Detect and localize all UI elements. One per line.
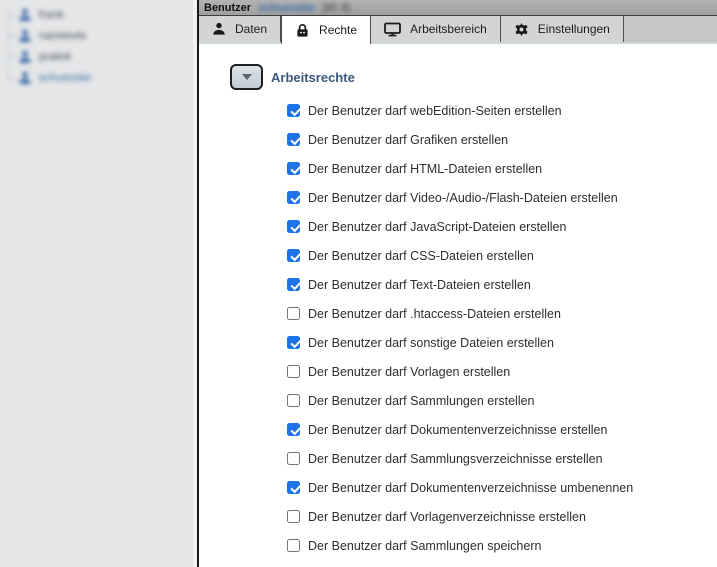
permission-label: Der Benutzer darf CSS-Dateien erstellen bbox=[308, 249, 534, 263]
tab-arbeitsbereich[interactable]: Arbeitsbereich bbox=[371, 16, 501, 42]
permission-label: Der Benutzer darf Text-Dateien erstellen bbox=[308, 278, 531, 292]
permission-row[interactable]: Der Benutzer darf JavaScript-Dateien ers… bbox=[287, 212, 717, 241]
permission-row[interactable]: Der Benutzer darf Video-/Audio-/Flash-Da… bbox=[287, 183, 717, 212]
lock-icon bbox=[295, 23, 310, 38]
user-detail-panel: Benutzer schuessler (ID 3) Daten Rechte … bbox=[197, 0, 717, 567]
section-title: Arbeitsrechte bbox=[271, 70, 355, 85]
permission-row[interactable]: Der Benutzer darf webEdition-Seiten erst… bbox=[287, 96, 717, 125]
sidebar-user-item[interactable]: frank bbox=[6, 4, 92, 25]
permission-checkbox[interactable] bbox=[287, 539, 300, 552]
permission-label: Der Benutzer darf Video-/Audio-/Flash-Da… bbox=[308, 191, 618, 205]
sidebar-user-item[interactable]: schuessler bbox=[6, 67, 92, 88]
person-icon bbox=[18, 71, 32, 85]
permission-label: Der Benutzer darf JavaScript-Dateien ers… bbox=[308, 220, 566, 234]
permission-row[interactable]: Der Benutzer darf Sammlungen erstellen bbox=[287, 386, 717, 415]
permission-checkbox[interactable] bbox=[287, 336, 300, 349]
chevron-down-icon bbox=[242, 74, 252, 80]
sidebar-user-item[interactable]: pralink bbox=[6, 46, 92, 67]
user-tree-sidebar: frank nanstools pralink schuessler bbox=[0, 0, 197, 567]
tab-rechte[interactable]: Rechte bbox=[281, 16, 371, 44]
panel-titlebar: Benutzer schuessler (ID 3) bbox=[199, 0, 717, 16]
gear-icon bbox=[514, 22, 529, 37]
person-icon bbox=[18, 8, 32, 22]
sidebar-user-name: frank bbox=[39, 9, 63, 21]
permission-row[interactable]: Der Benutzer darf .htaccess-Dateien erst… bbox=[287, 299, 717, 328]
permission-label: Der Benutzer darf Sammlungsverzeichnisse… bbox=[308, 452, 603, 466]
permission-row[interactable]: Der Benutzer darf Dokumentenverzeichniss… bbox=[287, 473, 717, 502]
permission-checkbox[interactable] bbox=[287, 481, 300, 494]
permission-checkbox[interactable] bbox=[287, 365, 300, 378]
permission-checkbox[interactable] bbox=[287, 307, 300, 320]
rights-list: Der Benutzer darf webEdition-Seiten erst… bbox=[287, 96, 717, 560]
tab-label: Daten bbox=[235, 22, 267, 36]
permission-label: Der Benutzer darf Dokumentenverzeichniss… bbox=[308, 481, 633, 495]
monitor-icon bbox=[384, 22, 401, 37]
permission-row[interactable]: Der Benutzer darf sonstige Dateien erste… bbox=[287, 328, 717, 357]
permission-label: Der Benutzer darf sonstige Dateien erste… bbox=[308, 336, 554, 350]
user-tree: frank nanstools pralink schuessler bbox=[6, 4, 92, 88]
tab-label: Einstellungen bbox=[538, 22, 610, 36]
permission-label: Der Benutzer darf Sammlungen erstellen bbox=[308, 394, 535, 408]
permission-checkbox[interactable] bbox=[287, 510, 300, 523]
person-icon bbox=[18, 50, 32, 64]
permission-label: Der Benutzer darf webEdition-Seiten erst… bbox=[308, 104, 562, 118]
permission-row[interactable]: Der Benutzer darf HTML-Dateien erstellen bbox=[287, 154, 717, 183]
sidebar-user-name: pralink bbox=[39, 51, 71, 63]
permission-checkbox[interactable] bbox=[287, 394, 300, 407]
tab-label: Arbeitsbereich bbox=[410, 22, 487, 36]
permission-checkbox[interactable] bbox=[287, 220, 300, 233]
permission-row[interactable]: Der Benutzer darf Sammlungen speichern bbox=[287, 531, 717, 560]
permission-checkbox[interactable] bbox=[287, 423, 300, 436]
panel-title-user-id: (ID 3) bbox=[323, 2, 351, 14]
tab-bar: Daten Rechte Arbeitsbereich Einstellunge… bbox=[199, 16, 717, 44]
person-icon bbox=[18, 29, 32, 43]
panel-title-username: schuessler bbox=[258, 2, 315, 14]
permission-label: Der Benutzer darf Vorlagen erstellen bbox=[308, 365, 510, 379]
user-icon bbox=[212, 22, 226, 36]
tab-einstellungen[interactable]: Einstellungen bbox=[501, 16, 624, 42]
collapse-section-button[interactable] bbox=[230, 64, 263, 90]
panel-title: Benutzer bbox=[204, 2, 251, 14]
permission-row[interactable]: Der Benutzer darf CSS-Dateien erstellen bbox=[287, 241, 717, 270]
permission-label: Der Benutzer darf .htaccess-Dateien erst… bbox=[308, 307, 561, 321]
permission-checkbox[interactable] bbox=[287, 452, 300, 465]
permission-row[interactable]: Der Benutzer darf Vorlagen erstellen bbox=[287, 357, 717, 386]
permission-label: Der Benutzer darf Sammlungen speichern bbox=[308, 539, 541, 553]
permission-row[interactable]: Der Benutzer darf Sammlungsverzeichnisse… bbox=[287, 444, 717, 473]
permission-row[interactable]: Der Benutzer darf Text-Dateien erstellen bbox=[287, 270, 717, 299]
permission-label: Der Benutzer darf Vorlagenverzeichnisse … bbox=[308, 510, 586, 524]
permission-row[interactable]: Der Benutzer darf Dokumentenverzeichniss… bbox=[287, 415, 717, 444]
sidebar-user-name: nanstools bbox=[39, 30, 86, 42]
sidebar-user-name: schuessler bbox=[39, 72, 92, 84]
permission-label: Der Benutzer darf Grafiken erstellen bbox=[308, 133, 508, 147]
permission-checkbox[interactable] bbox=[287, 249, 300, 262]
permission-checkbox[interactable] bbox=[287, 162, 300, 175]
tab-label: Rechte bbox=[319, 23, 357, 37]
permission-checkbox[interactable] bbox=[287, 278, 300, 291]
sidebar-user-item[interactable]: nanstools bbox=[6, 25, 92, 46]
rights-content: Arbeitsrechte Der Benutzer darf webEditi… bbox=[199, 64, 717, 560]
section-header: Arbeitsrechte bbox=[230, 64, 717, 90]
permission-checkbox[interactable] bbox=[287, 104, 300, 117]
permission-checkbox[interactable] bbox=[287, 133, 300, 146]
tab-daten[interactable]: Daten bbox=[199, 16, 281, 42]
permission-row[interactable]: Der Benutzer darf Grafiken erstellen bbox=[287, 125, 717, 154]
permission-label: Der Benutzer darf HTML-Dateien erstellen bbox=[308, 162, 542, 176]
permission-checkbox[interactable] bbox=[287, 191, 300, 204]
permission-label: Der Benutzer darf Dokumentenverzeichniss… bbox=[308, 423, 607, 437]
permission-row[interactable]: Der Benutzer darf Vorlagenverzeichnisse … bbox=[287, 502, 717, 531]
